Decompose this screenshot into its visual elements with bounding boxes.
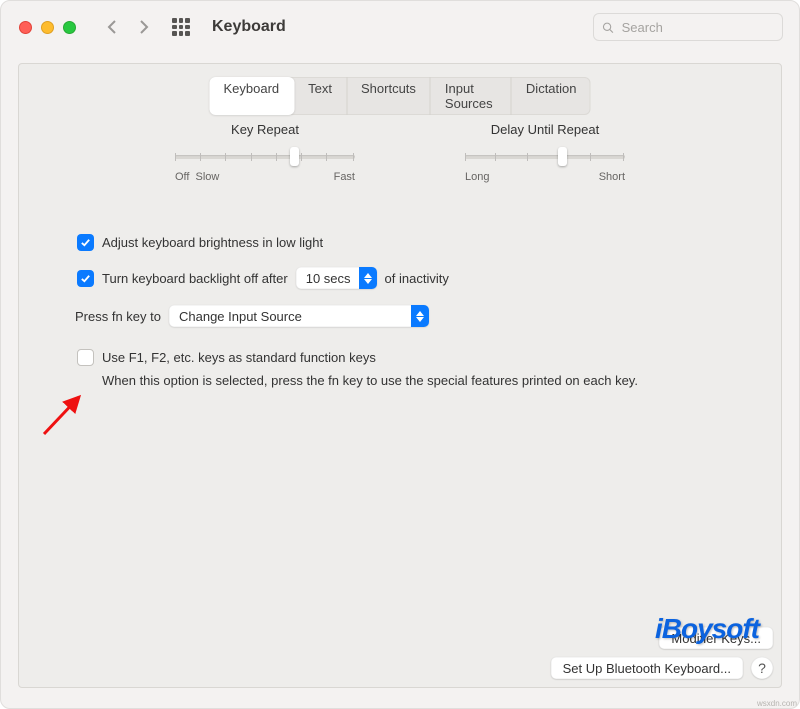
main-panel: Keyboard Text Shortcuts Input Sources Di… — [18, 63, 782, 688]
search-input[interactable] — [620, 19, 774, 36]
backlight-off-checkbox[interactable] — [77, 270, 94, 287]
key-repeat-block: Key Repeat Off Slow Fast — [175, 122, 355, 183]
use-f-keys-description: When this option is selected, press the … — [102, 372, 741, 390]
backlight-off-value: 10 secs — [306, 271, 351, 286]
show-all-icon[interactable] — [172, 18, 190, 36]
minimize-window-button[interactable] — [41, 21, 54, 34]
bottom-buttons: Modifier Keys... Set Up Bluetooth Keyboa… — [551, 627, 773, 679]
key-repeat-slow-label: Slow — [195, 171, 219, 183]
select-stepper-icon — [359, 267, 377, 289]
delay-block: Delay Until Repeat Long Short — [465, 122, 625, 183]
help-button[interactable]: ? — [751, 657, 773, 679]
adjust-brightness-label: Adjust keyboard brightness in low light — [102, 235, 323, 250]
modifier-keys-button[interactable]: Modifier Keys... — [659, 627, 773, 649]
tab-keyboard[interactable]: Keyboard — [210, 77, 295, 115]
toolbar: Keyboard — [1, 1, 799, 53]
key-repeat-off-label: Off — [175, 171, 189, 183]
delay-short-label: Short — [599, 171, 625, 183]
use-f-keys-checkbox[interactable] — [77, 349, 94, 366]
tab-text[interactable]: Text — [294, 77, 347, 115]
use-f-keys-row: Use F1, F2, etc. keys as standard functi… — [77, 349, 741, 366]
backlight-off-select[interactable]: 10 secs — [296, 267, 377, 289]
annotation-arrow-icon — [39, 389, 89, 439]
adjust-brightness-row: Adjust keyboard brightness in low light — [77, 234, 741, 251]
tab-input-sources[interactable]: Input Sources — [431, 77, 512, 115]
search-field[interactable] — [593, 13, 783, 41]
backlight-off-row: Turn keyboard backlight off after 10 sec… — [77, 267, 741, 289]
fn-key-select[interactable]: Change Input Source — [169, 305, 429, 327]
options-list: Adjust keyboard brightness in low light … — [77, 234, 741, 390]
backlight-off-label-before: Turn keyboard backlight off after — [102, 271, 288, 286]
tab-dictation[interactable]: Dictation — [512, 77, 591, 115]
delay-label: Delay Until Repeat — [465, 122, 625, 137]
delay-thumb[interactable] — [558, 147, 567, 166]
checkmark-icon — [80, 273, 91, 284]
delay-long-label: Long — [465, 171, 489, 183]
key-repeat-label: Key Repeat — [175, 122, 355, 137]
use-f-keys-label: Use F1, F2, etc. keys as standard functi… — [102, 350, 376, 365]
select-stepper-icon — [411, 305, 429, 327]
window-controls — [19, 21, 76, 34]
checkmark-icon — [80, 237, 91, 248]
fn-key-label: Press fn key to — [75, 309, 161, 324]
back-button[interactable] — [100, 15, 124, 39]
setup-bluetooth-keyboard-button[interactable]: Set Up Bluetooth Keyboard... — [551, 657, 743, 679]
search-icon — [602, 21, 614, 34]
maximize-window-button[interactable] — [63, 21, 76, 34]
delay-slider[interactable] — [465, 145, 625, 163]
backlight-off-label-after: of inactivity — [385, 271, 449, 286]
window-title: Keyboard — [212, 18, 286, 36]
forward-button[interactable] — [132, 15, 156, 39]
sliders-area: Key Repeat Off Slow Fast Delay Until Repe… — [19, 122, 781, 183]
fn-key-value: Change Input Source — [179, 309, 302, 324]
adjust-brightness-checkbox[interactable] — [77, 234, 94, 251]
chevron-left-icon — [107, 19, 117, 35]
tab-shortcuts[interactable]: Shortcuts — [347, 77, 431, 115]
key-repeat-fast-label: Fast — [334, 171, 355, 183]
fn-key-row: Press fn key to Change Input Source — [75, 305, 741, 327]
preferences-window: Keyboard Keyboard Text Shortcuts Input S… — [0, 0, 800, 709]
chevron-right-icon — [139, 19, 149, 35]
key-repeat-slider[interactable] — [175, 145, 355, 163]
tab-bar: Keyboard Text Shortcuts Input Sources Di… — [210, 77, 591, 115]
close-window-button[interactable] — [19, 21, 32, 34]
key-repeat-thumb[interactable] — [290, 147, 299, 166]
source-label: wsxdn.com — [757, 699, 797, 708]
